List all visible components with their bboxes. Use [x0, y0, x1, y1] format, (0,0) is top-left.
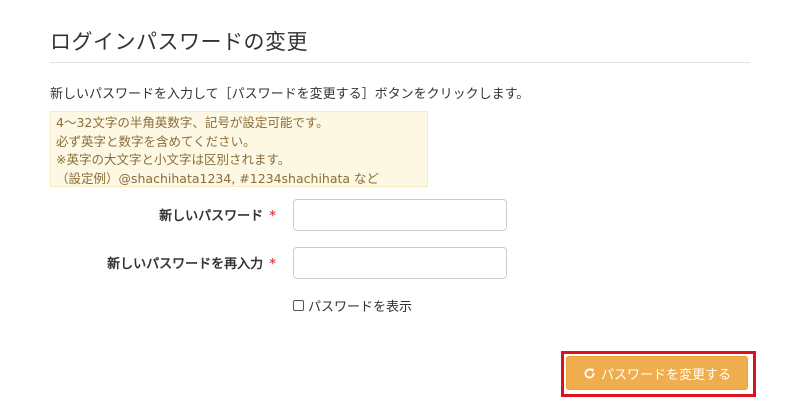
note-line: 必ず英字と数字を含めてください。: [56, 133, 256, 149]
title-divider: [50, 62, 750, 63]
confirm-password-label: 新しいパスワードを再入力 *: [107, 253, 276, 272]
note-line: ※英字の大文字と小文字は区別されます。: [56, 152, 291, 167]
new-password-input[interactable]: [293, 199, 507, 231]
refresh-icon: [584, 367, 595, 378]
show-password-label: パスワードを表示: [308, 300, 413, 315]
new-password-label-text: 新しいパスワード: [159, 209, 264, 224]
confirm-password-input[interactable]: [293, 247, 507, 279]
change-password-button[interactable]: パスワードを変更する: [566, 356, 748, 390]
show-password-checkbox[interactable]: [293, 300, 304, 311]
confirm-password-label-text: 新しいパスワードを再入力: [107, 257, 264, 272]
note-line: 4～32文字の半角英数字、記号が設定可能です。: [56, 115, 329, 130]
new-password-label: 新しいパスワード *: [159, 205, 276, 224]
page-title: ログインパスワードの変更: [50, 30, 308, 54]
password-rules-note: 4～32文字の半角英数字、記号が設定可能です。 必ず英字と数字を含めてください。…: [50, 111, 428, 187]
instruction-text: 新しいパスワードを入力して［パスワードを変更する］ボタンをクリックします。: [50, 87, 530, 102]
required-mark: *: [269, 257, 276, 272]
note-line: （設定例）@shachihata1234, #1234shachihata など: [56, 170, 380, 186]
change-password-button-label: パスワードを変更する: [600, 367, 731, 383]
show-password-toggle[interactable]: パスワードを表示: [293, 296, 412, 315]
required-mark: *: [269, 209, 276, 224]
